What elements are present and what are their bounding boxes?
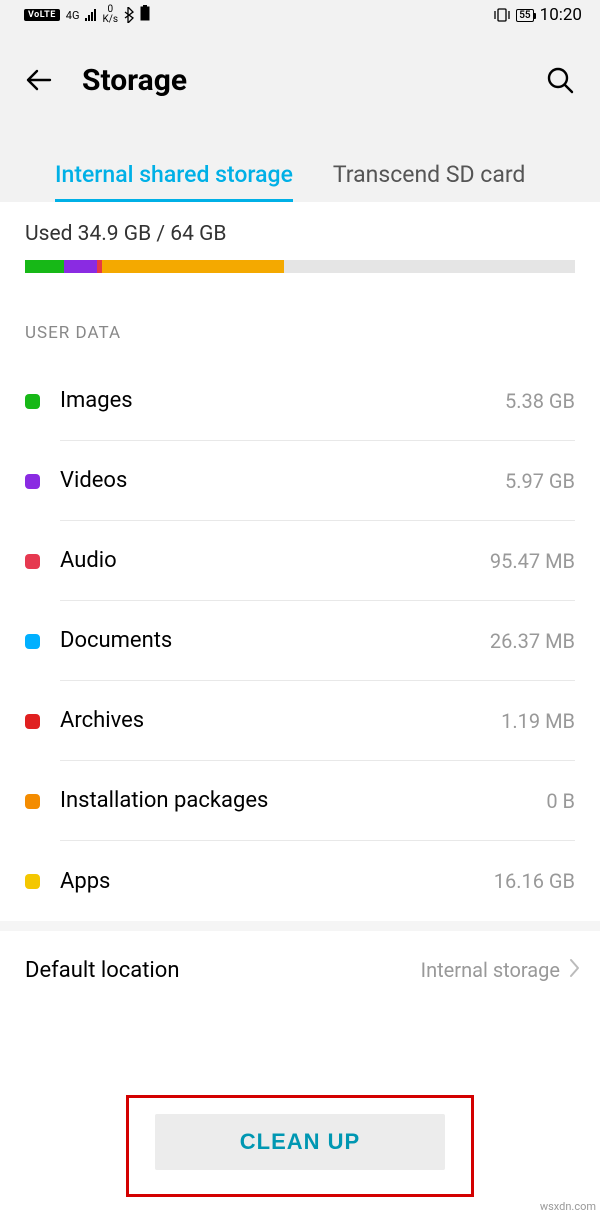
row-label: Installation packages [60, 788, 546, 813]
bluetooth-icon [124, 7, 134, 23]
chevron-right-icon [568, 958, 580, 982]
battery-full-icon [140, 5, 150, 25]
row-label: Images [60, 388, 505, 413]
watermark: wsxdn.com [540, 1200, 596, 1213]
row-archives[interactable]: Archives1.19 MB [0, 681, 600, 761]
row-inner: Installation packages0 B [60, 761, 575, 841]
row-size: 26.37 MB [490, 629, 575, 653]
row-installation-packages[interactable]: Installation packages0 B [0, 761, 600, 841]
default-location-label: Default location [25, 958, 421, 983]
header-row: Storage [0, 30, 600, 130]
category-color-icon [25, 874, 40, 889]
row-inner: Archives1.19 MB [60, 681, 575, 761]
category-color-icon [25, 394, 40, 409]
category-color-icon [25, 714, 40, 729]
row-label: Audio [60, 548, 490, 573]
user-data-list: Images5.38 GBVideos5.97 GBAudio95.47 MBD… [0, 361, 600, 921]
vibrate-icon [494, 8, 510, 22]
row-size: 5.38 GB [505, 389, 575, 413]
usage-segment [64, 260, 97, 273]
usage-section: Used 34.9 GB / 64 GB [0, 202, 600, 301]
default-location-value: Internal storage [421, 958, 560, 982]
row-label: Archives [60, 708, 501, 733]
usage-bar [25, 260, 575, 273]
page-title: Storage [82, 63, 516, 98]
divider [0, 921, 600, 931]
usage-segment [25, 260, 64, 273]
battery-icon: 55 [516, 9, 533, 22]
highlight-box: CLEAN UP [126, 1095, 474, 1197]
row-size: 1.19 MB [501, 709, 575, 733]
row-audio[interactable]: Audio95.47 MB [0, 521, 600, 601]
status-bar: VoLTE 4G 0K/s 55 10:20 [0, 0, 600, 30]
header-area: Storage Internal shared storage Transcen… [0, 30, 600, 202]
category-color-icon [25, 474, 40, 489]
row-inner: Documents26.37 MB [60, 601, 575, 681]
clock: 10:20 [540, 5, 582, 25]
tabs: Internal shared storage Transcend SD car… [0, 130, 600, 202]
row-size: 0 B [546, 789, 575, 813]
row-documents[interactable]: Documents26.37 MB [0, 601, 600, 681]
usage-segment [102, 260, 284, 273]
row-size: 16.16 GB [494, 869, 575, 893]
row-inner: Apps16.16 GB [60, 841, 575, 921]
section-label-user-data: USER DATA [0, 301, 600, 361]
category-color-icon [25, 554, 40, 569]
data-speed: 0K/s [102, 5, 118, 25]
tab-internal-storage[interactable]: Internal shared storage [55, 161, 293, 202]
row-videos[interactable]: Videos5.97 GB [0, 441, 600, 521]
search-icon [545, 65, 575, 95]
bottom-area: CLEAN UP [0, 1095, 600, 1197]
volte-icon: VoLTE [24, 9, 60, 21]
default-location-row[interactable]: Default location Internal storage [0, 931, 600, 1009]
row-inner: Images5.38 GB [60, 361, 575, 441]
row-inner: Audio95.47 MB [60, 521, 575, 601]
category-color-icon [25, 634, 40, 649]
row-label: Documents [60, 628, 490, 653]
row-size: 95.47 MB [490, 549, 575, 573]
network-type: 4G [66, 10, 80, 21]
status-left: VoLTE 4G 0K/s [24, 5, 150, 25]
category-color-icon [25, 794, 40, 809]
search-button[interactable] [542, 62, 578, 98]
row-label: Videos [60, 468, 505, 493]
back-arrow-icon [24, 65, 54, 95]
row-images[interactable]: Images5.38 GB [0, 361, 600, 441]
back-button[interactable] [22, 63, 56, 97]
cleanup-button[interactable]: CLEAN UP [155, 1114, 445, 1170]
row-inner: Videos5.97 GB [60, 441, 575, 521]
row-size: 5.97 GB [505, 469, 575, 493]
usage-text: Used 34.9 GB / 64 GB [25, 222, 575, 246]
row-apps[interactable]: Apps16.16 GB [0, 841, 600, 921]
status-right: 55 10:20 [494, 5, 582, 25]
row-label: Apps [60, 869, 494, 894]
tab-sd-card[interactable]: Transcend SD card [333, 161, 525, 202]
signal-icon [85, 9, 96, 21]
